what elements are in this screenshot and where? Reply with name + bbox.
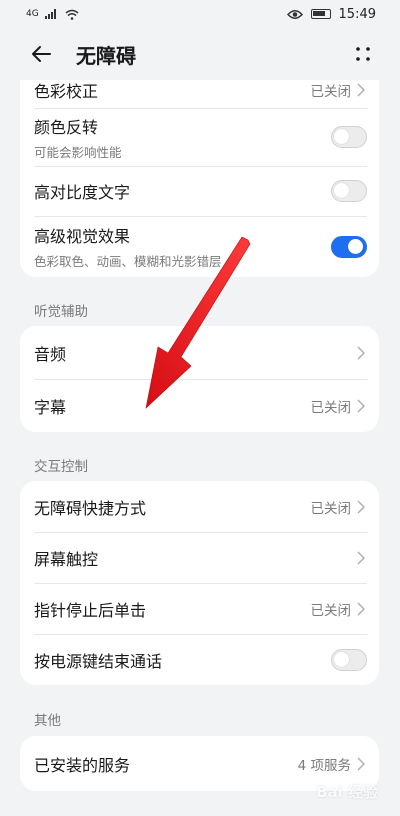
page-title: 无障碍: [76, 43, 136, 68]
row-title: 高对比度文字: [34, 183, 131, 202]
row-text: 色彩校正: [34, 80, 311, 102]
interaction-section-label: 交互控制: [34, 459, 88, 475]
signal-icon: [44, 9, 56, 19]
power-button-ends-call-toggle[interactable]: [331, 648, 367, 671]
audio-row[interactable]: 音频: [20, 326, 379, 379]
chevron-right-icon: [357, 398, 367, 414]
row-text: 高对比度文字: [34, 179, 331, 203]
more-dots-icon: [356, 47, 370, 61]
status-bar: 4G 15:49: [0, 0, 400, 28]
row-text: 屏幕触控: [34, 546, 357, 570]
status-left: 4G: [26, 9, 79, 20]
chevron-right-icon: [357, 601, 367, 617]
row-text: 字幕: [34, 394, 311, 418]
chevron-right-icon: [357, 345, 367, 361]
status-right: 15:49: [286, 6, 376, 22]
interaction-settings-card: 无障碍快捷方式 已关闭 屏幕触控 指针停止后单击 已关闭 按电源键结束通话: [20, 481, 379, 685]
toggle-knob: [348, 238, 363, 254]
subtitles-row[interactable]: 字幕 已关闭: [20, 379, 379, 432]
row-text: 音频: [34, 341, 357, 365]
back-arrow-icon: [32, 46, 51, 62]
row-title: 无障碍快捷方式: [34, 498, 147, 518]
row-text: 按电源键结束通话: [34, 648, 331, 672]
app-header: 无障碍: [0, 28, 400, 80]
color-correction-row[interactable]: 色彩校正 已关闭: [20, 80, 379, 104]
accessibility-shortcut-row[interactable]: 无障碍快捷方式 已关闭: [20, 481, 379, 532]
row-text: 无障碍快捷方式: [34, 495, 311, 519]
row-title: 屏幕触控: [34, 549, 99, 569]
back-button[interactable]: [30, 39, 60, 69]
dwell-click-row[interactable]: 指针停止后单击 已关闭: [20, 583, 379, 634]
row-title: 已安装的服务: [34, 755, 131, 775]
row-subtitle: 可能会影响性能: [34, 144, 122, 160]
other-section-label: 其他: [34, 713, 61, 729]
row-text: 指针停止后单击: [34, 597, 311, 621]
more-options-button[interactable]: [348, 39, 378, 69]
chevron-right-icon: [357, 80, 367, 97]
settings-scroll[interactable]: 色彩校正 已关闭 颜色反转 可能会影响性能 高对比度文字 高级视觉效果 色彩取色…: [0, 80, 400, 816]
chevron-right-icon: [357, 756, 367, 772]
row-value: 已关闭: [310, 602, 352, 619]
row-title: 高级视觉效果: [34, 227, 131, 246]
advanced-visual-effects-row[interactable]: 高级视觉效果 色彩取色、动画、模糊和光影错层: [20, 216, 379, 277]
row-text: 高级视觉效果 色彩取色、动画、模糊和光影错层: [34, 223, 331, 270]
chevron-right-icon: [357, 499, 367, 515]
wifi-icon: [65, 9, 79, 20]
screen-touch-row[interactable]: 屏幕触控: [20, 532, 379, 583]
row-value: 4 项服务: [297, 757, 351, 774]
row-title: 按电源键结束通话: [34, 651, 163, 671]
row-value: 已关闭: [310, 84, 352, 100]
row-title: 色彩校正: [34, 82, 99, 101]
toggle-knob: [334, 651, 349, 667]
color-inversion-toggle[interactable]: [331, 126, 367, 148]
row-title: 颜色反转: [34, 117, 99, 137]
status-time: 15:49: [338, 6, 376, 22]
row-text: 颜色反转 可能会影响性能: [34, 114, 331, 161]
chevron-right-icon: [357, 550, 367, 566]
advanced-visual-effects-toggle[interactable]: [331, 235, 367, 258]
power-button-ends-call-row[interactable]: 按电源键结束通话: [20, 634, 379, 685]
high-contrast-text-toggle[interactable]: [331, 180, 367, 202]
toggle-knob: [334, 129, 349, 144]
row-subtitle: 色彩取色、动画、模糊和光影错层: [34, 254, 222, 269]
hearing-section-label: 听觉辅助: [34, 304, 88, 320]
row-value: 已关闭: [310, 399, 352, 416]
watermark-text: Bai 经验: [316, 783, 378, 801]
row-text: 已安装的服务: [34, 752, 298, 776]
eye-icon: [286, 9, 303, 19]
high-contrast-text-row[interactable]: 高对比度文字: [20, 166, 379, 216]
row-value: 已关闭: [310, 500, 352, 517]
vision-settings-card: 色彩校正 已关闭 颜色反转 可能会影响性能 高对比度文字 高级视觉效果 色彩取色…: [20, 80, 379, 277]
row-title: 指针停止后单击: [34, 600, 147, 620]
row-title: 字幕: [34, 397, 67, 417]
battery-icon: [310, 9, 331, 19]
color-inversion-row[interactable]: 颜色反转 可能会影响性能: [20, 108, 379, 166]
hearing-settings-card: 音频 字幕 已关闭: [20, 326, 379, 432]
toggle-knob: [334, 183, 349, 198]
network-type: 4G: [26, 9, 39, 19]
row-title: 音频: [34, 344, 67, 364]
